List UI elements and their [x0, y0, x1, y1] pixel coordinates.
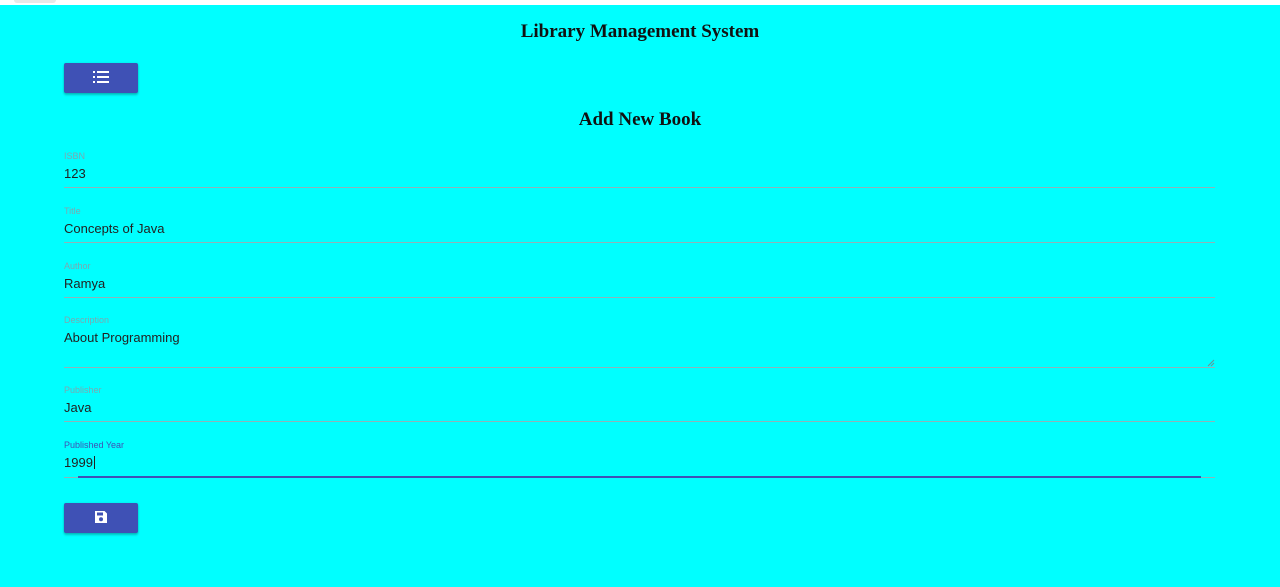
browser-top-strip: [0, 0, 1280, 5]
tab-nub: [14, 0, 56, 3]
published-year-field[interactable]: Published Year 1999: [64, 440, 1215, 478]
book-list-button[interactable]: [64, 63, 138, 93]
description-field[interactable]: Description About Programming: [64, 315, 1215, 368]
author-underline: [64, 297, 1215, 298]
form-heading: Add New Book: [578, 109, 702, 130]
publisher-value[interactable]: Java: [64, 400, 91, 415]
text-cursor: [93, 456, 95, 469]
publisher-field[interactable]: Publisher Java: [64, 385, 1215, 422]
isbn-value[interactable]: 123: [64, 166, 86, 181]
save-icon: [94, 510, 108, 527]
save-button[interactable]: [64, 503, 138, 533]
author-field[interactable]: Author Ramya: [64, 261, 1215, 298]
isbn-field[interactable]: ISBN 123: [64, 151, 1215, 188]
title-value[interactable]: Concepts of Java: [64, 221, 164, 236]
resize-handle-icon[interactable]: [1207, 354, 1215, 367]
published-year-value: 1999: [64, 455, 93, 470]
isbn-label: ISBN: [64, 151, 86, 161]
description-underline: [64, 367, 1215, 368]
title-underline: [64, 242, 1215, 243]
publisher-underline: [64, 421, 1215, 422]
published-year-focus-line: [78, 476, 1201, 478]
title-field[interactable]: Title Concepts of Java: [64, 206, 1215, 243]
title-label: Title: [64, 206, 81, 216]
author-label: Author: [64, 261, 91, 271]
publisher-label: Publisher: [64, 385, 102, 395]
list-icon: [93, 70, 109, 86]
description-value[interactable]: About Programming: [64, 330, 180, 345]
author-value[interactable]: Ramya: [64, 276, 105, 291]
published-year-label: Published Year: [64, 440, 125, 450]
isbn-underline: [64, 187, 1215, 188]
description-label: Description: [64, 315, 110, 325]
published-year-input[interactable]: 1999: [64, 455, 95, 470]
app-title: Library Management System: [520, 21, 760, 42]
